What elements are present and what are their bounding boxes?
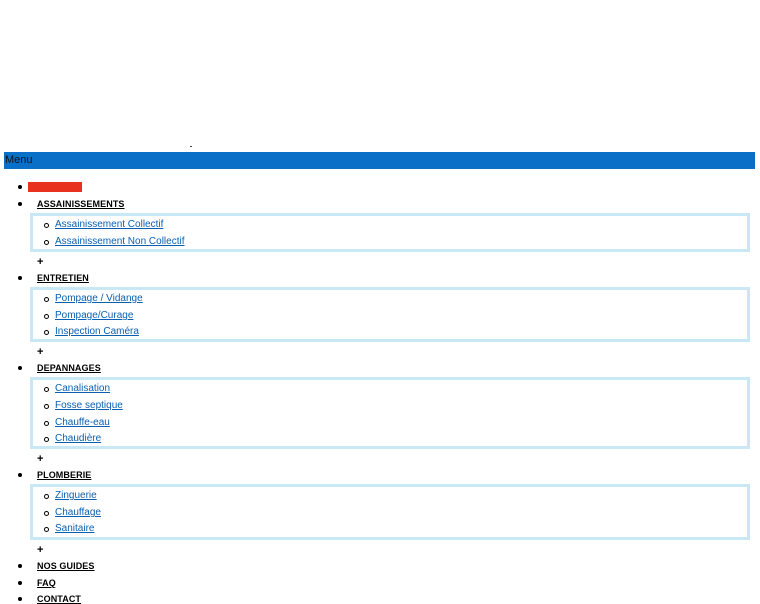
circle-bullet-icon bbox=[44, 527, 49, 532]
menu-label: Menu bbox=[5, 154, 33, 166]
submenu-link[interactable]: Chaudière bbox=[55, 433, 101, 444]
bullet-icon bbox=[18, 581, 22, 585]
submenu-link[interactable]: Pompage / Vidange bbox=[55, 293, 143, 304]
menu-bar[interactable]: Menu bbox=[4, 152, 755, 169]
circle-bullet-icon bbox=[44, 404, 49, 409]
submenu-link[interactable]: Assainissement Non Collectif bbox=[55, 236, 185, 247]
submenu-link[interactable]: Pompage/Curage bbox=[55, 310, 133, 321]
nav-link-assainissements[interactable]: ASSAINISSEMENTS bbox=[37, 199, 125, 209]
nav-link-accueil[interactable]: ACCUEIL bbox=[28, 182, 82, 192]
circle-bullet-icon bbox=[44, 387, 49, 392]
nav-link-depannages[interactable]: DEPANNAGES bbox=[37, 363, 101, 373]
submenu-link[interactable]: Chauffe-eau bbox=[55, 417, 110, 428]
circle-bullet-icon bbox=[44, 223, 49, 228]
submenu-link[interactable]: Canalisation bbox=[55, 383, 110, 394]
submenu-toggle[interactable]: + bbox=[37, 454, 43, 465]
bullet-icon bbox=[18, 202, 22, 206]
submenu-plomberie: Zinguerie Chauffage Sanitaire bbox=[30, 484, 750, 540]
bullet-icon bbox=[18, 276, 22, 280]
submenu-toggle[interactable]: + bbox=[37, 347, 43, 358]
bullet-icon bbox=[18, 366, 22, 370]
circle-bullet-icon bbox=[44, 330, 49, 335]
bullet-icon bbox=[18, 185, 22, 189]
submenu-link[interactable]: Inspection Caméra bbox=[55, 326, 139, 337]
circle-bullet-icon bbox=[44, 437, 49, 442]
nav-link-entretien[interactable]: ENTRETIEN bbox=[37, 273, 89, 283]
nav-link-nos-guides[interactable]: NOS GUIDES bbox=[37, 561, 95, 571]
nav-link-contact[interactable]: CONTACT bbox=[37, 594, 81, 604]
submenu-toggle[interactable]: + bbox=[37, 257, 43, 268]
circle-bullet-icon bbox=[44, 314, 49, 319]
bullet-icon bbox=[18, 564, 22, 568]
header-blank bbox=[0, 0, 760, 147]
submenu-depannages: Canalisation Fosse septique Chauffe-eau … bbox=[30, 377, 750, 449]
submenu-link[interactable]: Fosse septique bbox=[55, 400, 123, 411]
circle-bullet-icon bbox=[44, 494, 49, 499]
circle-bullet-icon bbox=[44, 240, 49, 245]
submenu-toggle[interactable]: + bbox=[37, 545, 43, 556]
bullet-icon bbox=[18, 597, 22, 601]
submenu-link[interactable]: Assainissement Collectif bbox=[55, 219, 163, 230]
submenu-link[interactable]: Chauffage bbox=[55, 507, 101, 518]
circle-bullet-icon bbox=[44, 511, 49, 516]
logo-placeholder bbox=[190, 146, 192, 147]
submenu-link[interactable]: Zinguerie bbox=[55, 490, 97, 501]
circle-bullet-icon bbox=[44, 297, 49, 302]
submenu-entretien: Pompage / Vidange Pompage/Curage Inspect… bbox=[30, 287, 750, 342]
submenu-assainissements: Assainissement Collectif Assainissement … bbox=[30, 213, 750, 252]
bullet-icon bbox=[18, 473, 22, 477]
nav-link-plomberie[interactable]: PLOMBERIE bbox=[37, 470, 91, 480]
circle-bullet-icon bbox=[44, 421, 49, 426]
submenu-link[interactable]: Sanitaire bbox=[55, 523, 94, 534]
nav-link-faq[interactable]: FAQ bbox=[37, 578, 56, 588]
